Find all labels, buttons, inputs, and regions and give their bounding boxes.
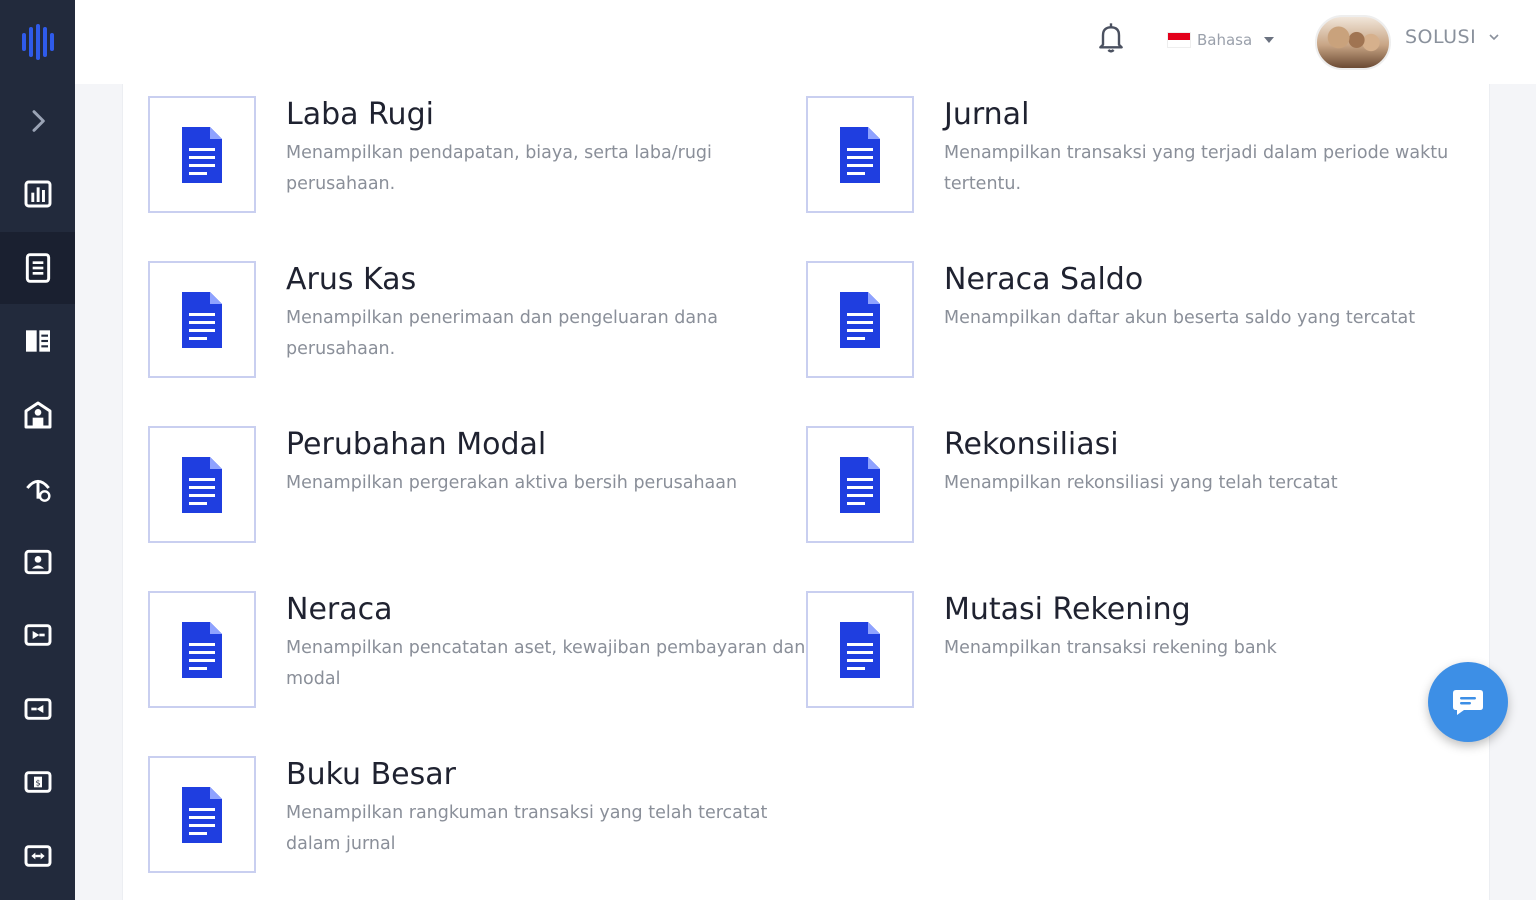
cash-icon: $: [24, 771, 51, 793]
report-description: Menampilkan pendapatan, biaya, serta lab…: [286, 143, 712, 194]
report-tile[interactable]: [148, 426, 256, 543]
sidebar-item-cash[interactable]: $: [0, 746, 75, 818]
chevron-down-icon: [1489, 34, 1499, 41]
sidebar-item-transfer[interactable]: [0, 820, 75, 892]
sidebar-item-income[interactable]: [0, 599, 75, 671]
report-card-neraca-saldo[interactable]: Neraca Saldo Menampilkan daftar akun bes…: [806, 261, 1464, 378]
svg-text:$: $: [35, 779, 40, 788]
sidebar: $: [0, 0, 75, 900]
report-description: Menampilkan rangkuman transaksi yang tel…: [286, 803, 768, 854]
report-title: Mutasi Rekening: [944, 592, 1191, 627]
document-icon: [182, 786, 222, 843]
report-description: Menampilkan transaksi rekening bank: [944, 638, 1277, 658]
report-tile[interactable]: [806, 426, 914, 543]
report-title: Perubahan Modal: [286, 427, 547, 462]
report-tile[interactable]: [806, 591, 914, 708]
indonesia-flag-icon: [1167, 32, 1191, 48]
report-description: Menampilkan pergerakan aktiva bersih per…: [286, 473, 738, 493]
report-tile[interactable]: [148, 96, 256, 213]
sidebar-item-contacts[interactable]: [0, 526, 75, 598]
user-avatar[interactable]: [1315, 15, 1391, 70]
report-card-rekonsiliasi[interactable]: Rekonsiliasi Menampilkan rekonsiliasi ya…: [806, 426, 1464, 543]
report-title: Laba Rugi: [286, 97, 434, 132]
document-icon: [840, 291, 880, 348]
sidebar-item-dashboard[interactable]: [0, 158, 75, 230]
transfer-icon: [24, 845, 51, 867]
report-title: Buku Besar: [286, 757, 456, 792]
report-tile[interactable]: [806, 96, 914, 213]
sidebar-item-payments[interactable]: [0, 452, 75, 524]
sidebar-item-reports[interactable]: [0, 232, 75, 304]
report-card-jurnal[interactable]: Jurnal Menampilkan transaksi yang terjad…: [806, 96, 1464, 213]
building-icon: [24, 401, 51, 429]
report-card-neraca[interactable]: Neraca Menampilkan pencatatan aset, kewa…: [148, 591, 806, 708]
user-menu[interactable]: SOLUSI: [1405, 26, 1500, 48]
caret-down-icon: [1264, 37, 1275, 43]
chevron-right-icon: [32, 110, 45, 132]
sidebar-item-books[interactable]: [0, 305, 75, 377]
report-card-buku-besar[interactable]: Buku Besar Menampilkan rangkuman transak…: [148, 756, 806, 873]
document-icon: [840, 456, 880, 513]
document-list-icon: [25, 253, 50, 283]
hand-money-icon: [25, 479, 51, 502]
user-name: SOLUSI: [1405, 26, 1477, 48]
report-description: Menampilkan transaksi yang terjadi dalam…: [944, 143, 1449, 194]
document-icon: [182, 456, 222, 513]
language-label: Bahasa: [1197, 31, 1253, 49]
app-logo[interactable]: [0, 0, 75, 84]
report-title: Arus Kas: [286, 262, 417, 297]
report-tile[interactable]: [148, 756, 256, 873]
logo-icon: [21, 24, 54, 60]
book-icon: [25, 330, 50, 352]
document-icon: [182, 621, 222, 678]
document-icon: [182, 126, 222, 183]
language-selector[interactable]: Bahasa: [1167, 28, 1275, 52]
report-description: Menampilkan penerimaan dan pengeluaran d…: [286, 308, 718, 359]
export-icon: [24, 698, 51, 720]
report-description: Menampilkan pencatatan aset, kewajiban p…: [286, 638, 806, 689]
reports-panel: Laba Rugi Menampilkan pendapatan, biaya,…: [122, 84, 1490, 900]
sidebar-expand-button[interactable]: [0, 85, 75, 157]
report-title: Neraca: [286, 592, 393, 627]
sidebar-item-expense[interactable]: [0, 673, 75, 745]
document-icon: [840, 621, 880, 678]
chat-bubble-icon: [1453, 690, 1483, 715]
report-tile[interactable]: [806, 261, 914, 378]
chat-button[interactable]: [1428, 662, 1508, 742]
report-title: Neraca Saldo: [944, 262, 1144, 297]
report-description: Menampilkan rekonsiliasi yang telah terc…: [944, 473, 1338, 493]
report-title: Rekonsiliasi: [944, 427, 1119, 462]
document-icon: [840, 126, 880, 183]
import-icon: [24, 624, 51, 646]
report-title: Jurnal: [944, 97, 1030, 132]
report-tile[interactable]: [148, 591, 256, 708]
sidebar-item-assets[interactable]: [0, 379, 75, 451]
report-card-mutasi-rekening[interactable]: Mutasi Rekening Menampilkan transaksi re…: [806, 591, 1464, 708]
document-icon: [182, 291, 222, 348]
report-card-laba-rugi[interactable]: Laba Rugi Menampilkan pendapatan, biaya,…: [148, 96, 806, 213]
notification-bell-icon[interactable]: [1095, 20, 1127, 56]
chart-icon: [24, 180, 51, 208]
report-card-arus-kas[interactable]: Arus Kas Menampilkan penerimaan dan peng…: [148, 261, 806, 378]
top-bar: Bahasa SOLUSI: [75, 0, 1536, 84]
report-description: Menampilkan daftar akun beserta saldo ya…: [944, 308, 1416, 328]
report-card-perubahan-modal[interactable]: Perubahan Modal Menampilkan pergerakan a…: [148, 426, 806, 543]
report-tile[interactable]: [148, 261, 256, 378]
contact-card-icon: [24, 549, 51, 575]
